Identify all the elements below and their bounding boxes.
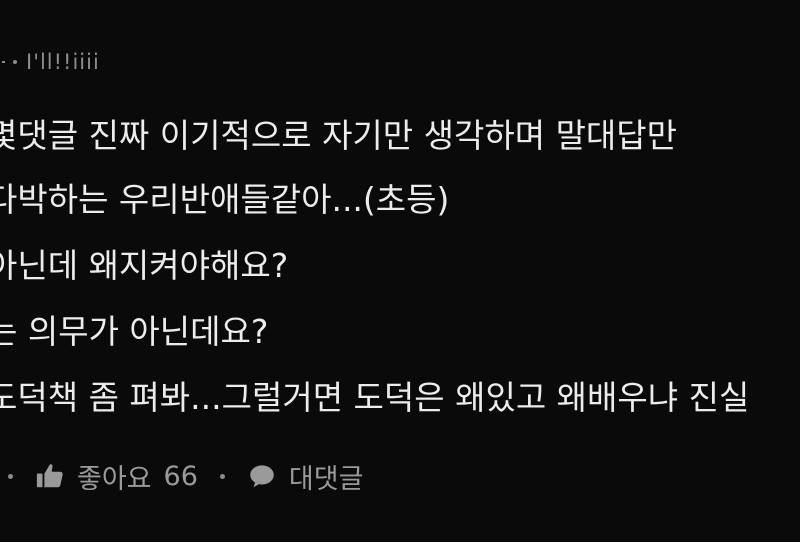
speech-bubble-icon[interactable]	[247, 461, 277, 491]
author-name[interactable]: I'll!!iiii	[26, 50, 100, 74]
comment-text-line-3: 아닌데 왜지켜야해요?	[0, 246, 289, 285]
comment-text-line-5: 도덕책 좀 펴봐...그럴거면 도덕은 왜있고 왜배우냐 진실	[0, 378, 750, 417]
comment-text-line-1: 몇댓글 진짜 이기적으로 자기만 생각하며 말대답만	[0, 116, 678, 155]
like-button[interactable]: 좋아요	[77, 457, 152, 496]
comment-meta: I'll!!iiii	[0, 44, 100, 80]
comment-actions: 좋아요 66 대댓글	[0, 452, 363, 500]
thumbs-up-icon[interactable]	[35, 461, 65, 491]
comment-text-line-2: 다박하는 우리반애들같아...(초등)	[0, 180, 450, 219]
action-dot	[8, 473, 13, 479]
meta-separator	[2, 61, 5, 63]
action-dot	[219, 473, 225, 479]
like-count: 66	[163, 460, 198, 492]
reply-button[interactable]: 대댓글	[289, 457, 364, 496]
meta-dot	[13, 60, 17, 64]
comment-item: I'll!!iiii 몇댓글 진짜 이기적으로 자기만 생각하며 말대답만 다박…	[0, 0, 800, 542]
comment-text-line-4: 는 의무가 아닌데요?	[0, 312, 269, 351]
